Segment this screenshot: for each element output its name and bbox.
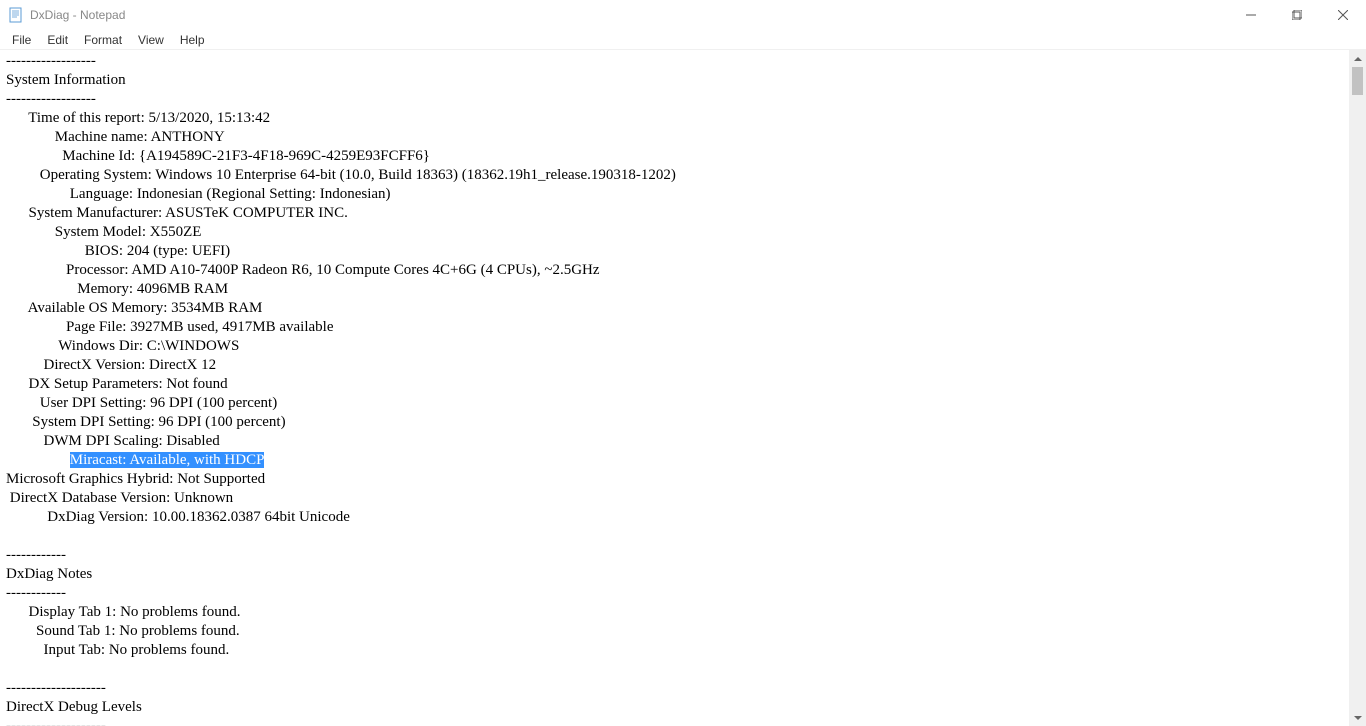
field-value: No problems found. bbox=[105, 642, 229, 658]
field-label: System Model: bbox=[6, 224, 146, 240]
field-value: Unknown bbox=[170, 490, 233, 506]
close-button[interactable] bbox=[1320, 0, 1366, 30]
field-value: 4096MB RAM bbox=[133, 281, 228, 297]
section-title: DirectX Debug Levels bbox=[6, 699, 142, 715]
menu-file[interactable]: File bbox=[4, 31, 39, 49]
field-label: Page File: bbox=[6, 319, 126, 335]
selected-text: Miracast: Available, with HDCP bbox=[70, 452, 265, 468]
field-label: Time of this report: bbox=[6, 110, 145, 126]
separator: ------------ bbox=[6, 585, 66, 601]
section-title: DxDiag Notes bbox=[6, 566, 92, 582]
field-value: 96 DPI (100 percent) bbox=[155, 414, 286, 430]
field-value: 5/13/2020, 15:13:42 bbox=[145, 110, 270, 126]
field-value: C:\WINDOWS bbox=[143, 338, 239, 354]
field-value: Disabled bbox=[163, 433, 220, 449]
field-value: 10.00.18362.0387 64bit Unicode bbox=[148, 509, 350, 525]
titlebar: DxDiag - Notepad bbox=[0, 0, 1366, 30]
editor-wrap: ------------------ System Information --… bbox=[0, 50, 1366, 726]
field-label: Memory: bbox=[6, 281, 133, 297]
field-label: Windows Dir: bbox=[6, 338, 143, 354]
field-label: System Manufacturer: bbox=[6, 205, 162, 221]
separator: -------------------- bbox=[6, 680, 106, 696]
window-controls bbox=[1228, 0, 1366, 30]
field-value: Windows 10 Enterprise 64-bit (10.0, Buil… bbox=[152, 167, 676, 183]
field-value: Indonesian (Regional Setting: Indonesian… bbox=[133, 186, 390, 202]
field-value: ANTHONY bbox=[148, 129, 225, 145]
field-label: Microsoft Graphics Hybrid: bbox=[6, 471, 173, 487]
field-value: 96 DPI (100 percent) bbox=[146, 395, 277, 411]
field-label: Display Tab 1: bbox=[6, 604, 116, 620]
menubar: File Edit Format View Help bbox=[0, 30, 1366, 50]
separator: ------------------ bbox=[6, 91, 96, 107]
field-label: DX Setup Parameters: bbox=[6, 376, 163, 392]
scroll-up-arrow-icon[interactable] bbox=[1349, 50, 1366, 67]
menu-format[interactable]: Format bbox=[76, 31, 130, 49]
separator: ------------ bbox=[6, 547, 66, 563]
field-label: Processor: bbox=[6, 262, 129, 278]
field-value: DirectX 12 bbox=[145, 357, 216, 373]
field-value: No problems found. bbox=[116, 604, 240, 620]
window-title: DxDiag - Notepad bbox=[30, 8, 1228, 22]
field-label: DirectX Database Version: bbox=[6, 490, 170, 506]
field-value: Not found bbox=[163, 376, 228, 392]
field-value: 3927MB used, 4917MB available bbox=[126, 319, 333, 335]
field-value: No problems found. bbox=[116, 623, 240, 639]
minimize-button[interactable] bbox=[1228, 0, 1274, 30]
field-value: Not Supported bbox=[173, 471, 265, 487]
field-label: User DPI Setting: bbox=[6, 395, 146, 411]
menu-view[interactable]: View bbox=[130, 31, 172, 49]
field-value: 3534MB RAM bbox=[167, 300, 262, 316]
field-label: Input Tab: bbox=[6, 642, 105, 658]
field-label: System DPI Setting: bbox=[6, 414, 155, 430]
separator: -------------------- bbox=[6, 718, 106, 726]
field-value: {A194589C-21F3-4F18-969C-4259E93FCFF6} bbox=[135, 148, 430, 164]
field-label: Available OS Memory: bbox=[6, 300, 167, 316]
field-label: Language: bbox=[6, 186, 133, 202]
field-value: ASUSTeK COMPUTER INC. bbox=[162, 205, 348, 221]
field-label: Machine name: bbox=[6, 129, 148, 145]
notepad-icon bbox=[8, 7, 24, 23]
field-value: AMD A10-7400P Radeon R6, 10 Compute Core… bbox=[129, 262, 600, 278]
text-editor[interactable]: ------------------ System Information --… bbox=[0, 50, 1366, 726]
scroll-down-arrow-icon[interactable] bbox=[1349, 709, 1366, 726]
maximize-button[interactable] bbox=[1274, 0, 1320, 30]
field-label: DWM DPI Scaling: bbox=[6, 433, 163, 449]
pad bbox=[6, 452, 70, 468]
separator: ------------------ bbox=[6, 53, 96, 69]
field-value: 204 (type: UEFI) bbox=[123, 243, 230, 259]
field-label: Operating System: bbox=[6, 167, 152, 183]
field-label: Sound Tab 1: bbox=[6, 623, 116, 639]
field-label: DxDiag Version: bbox=[6, 509, 148, 525]
menu-help[interactable]: Help bbox=[172, 31, 213, 49]
section-title: System Information bbox=[6, 72, 126, 88]
field-label: BIOS: bbox=[6, 243, 123, 259]
field-value: X550ZE bbox=[146, 224, 201, 240]
field-label: Machine Id: bbox=[6, 148, 135, 164]
vertical-scrollbar[interactable] bbox=[1349, 50, 1366, 726]
menu-edit[interactable]: Edit bbox=[39, 31, 76, 49]
field-label: DirectX Version: bbox=[6, 357, 145, 373]
scroll-thumb[interactable] bbox=[1352, 67, 1363, 95]
